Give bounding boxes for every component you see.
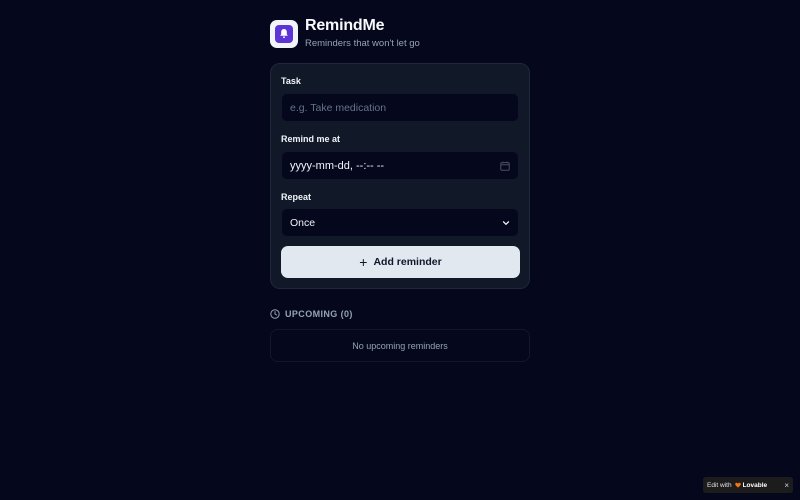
add-reminder-label: Add reminder (373, 256, 442, 268)
upcoming-header: UPCOMING (0) (270, 309, 353, 319)
plus-icon: + (359, 254, 368, 270)
app-header: RemindMe Reminders that won't let go (270, 17, 420, 50)
task-input[interactable] (290, 101, 510, 114)
app-root: RemindMe Reminders that won't let go Tas… (0, 0, 800, 500)
task-field[interactable] (281, 93, 519, 122)
edit-with-text: Edit with (707, 481, 732, 489)
repeat-label: Repeat (281, 192, 312, 202)
datetime-field[interactable]: yyyy-mm-dd, --:-- -- (281, 151, 519, 180)
time-label: Remind me at (281, 134, 341, 144)
app-title: RemindMe (305, 17, 385, 34)
add-reminder-button[interactable]: + Add reminder (281, 246, 520, 278)
edit-with-lovable-badge[interactable]: Edit with Lovable × (703, 477, 793, 493)
close-badge-button[interactable]: × (784, 481, 789, 490)
heart-icon (734, 482, 741, 488)
app-logo (270, 19, 298, 48)
datetime-value: yyyy-mm-dd, --:-- -- (290, 159, 385, 172)
empty-state-text: No upcoming reminders (352, 340, 448, 351)
repeat-selected-value: Once (290, 216, 316, 229)
calendar-icon[interactable] (500, 161, 510, 171)
repeat-select[interactable]: Once (281, 208, 519, 237)
upcoming-heading: UPCOMING (0) (285, 309, 353, 319)
upcoming-empty-state: No upcoming reminders (270, 329, 530, 362)
bell-icon (275, 24, 293, 43)
chevron-down-icon (502, 220, 510, 225)
app-titles: RemindMe Reminders that won't let go (305, 17, 420, 50)
task-label: Task (281, 76, 301, 86)
lovable-brand: Lovable (734, 481, 768, 489)
lovable-brand-text: Lovable (742, 481, 768, 489)
reminder-form-card: Task Remind me at yyyy-mm-dd, --:-- -- R… (270, 63, 530, 289)
clock-icon (270, 309, 280, 319)
app-subtitle: Reminders that won't let go (305, 38, 420, 49)
